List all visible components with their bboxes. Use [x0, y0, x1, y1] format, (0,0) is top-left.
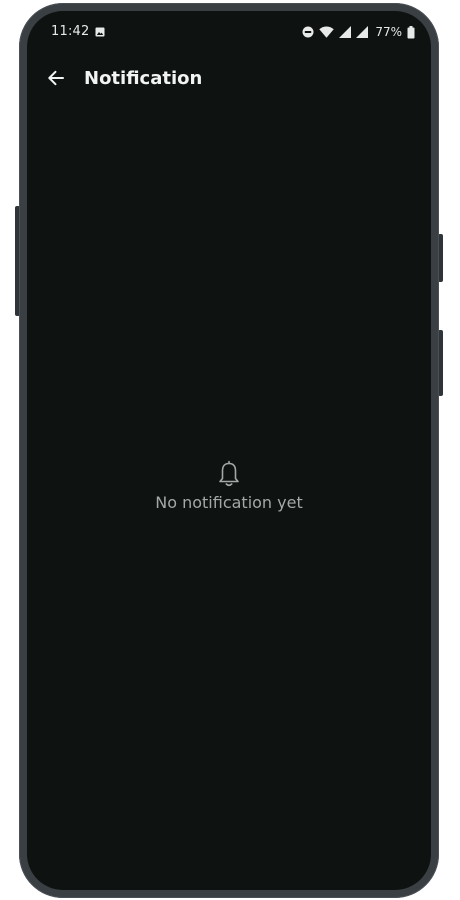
app-bar: Notification: [27, 55, 431, 105]
wifi-icon: [319, 26, 335, 38]
arrow-left-icon: [48, 70, 64, 86]
phone-screen: 11:42 77% Notification No notification y…: [27, 11, 431, 890]
signal-icon: [339, 26, 352, 38]
gallery-icon: [95, 27, 105, 37]
bell-icon: [219, 460, 239, 487]
status-time: 11:42: [51, 24, 90, 39]
battery-percent: 77%: [375, 25, 402, 39]
back-button[interactable]: [41, 63, 71, 93]
page-title: Notification: [84, 68, 203, 89]
signal-icon: [356, 26, 369, 38]
empty-state-message: No notification yet: [155, 493, 303, 512]
status-bar: 11:42 77%: [27, 11, 431, 51]
battery-icon: [407, 25, 415, 38]
dnd-icon: [302, 26, 314, 38]
empty-state: No notification yet: [27, 459, 431, 512]
status-icons: 77%: [302, 24, 415, 40]
